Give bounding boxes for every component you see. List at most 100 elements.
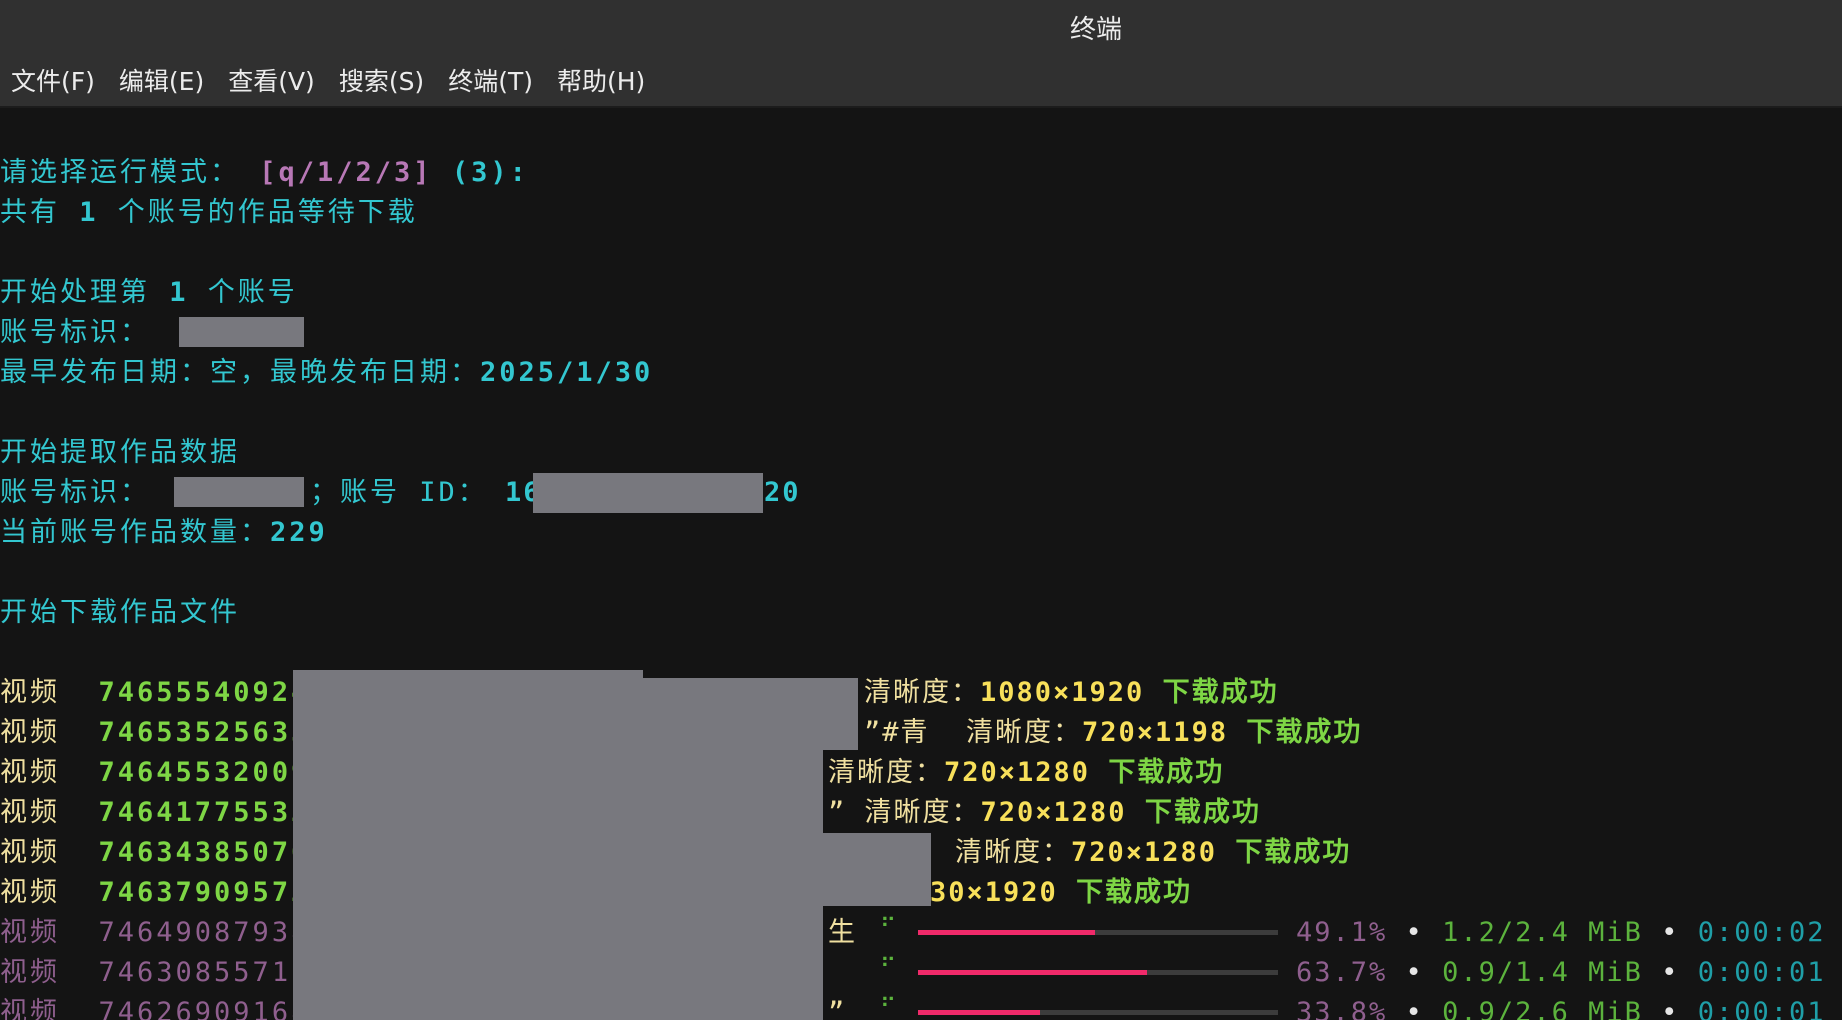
prompt-default: (3): <box>451 157 529 188</box>
row-res: 30×1920 <box>930 877 1058 908</box>
row-tail-label: 清晰度： <box>864 677 980 708</box>
progress-size: 0.9/1.4 MiB <box>1442 957 1643 988</box>
row-tail: 清晰度：720×1280 下载成功 <box>955 833 1351 873</box>
row-tail: 清晰度：1080×1920 下载成功 <box>864 673 1279 713</box>
download-row: 视频 74653525633 <box>0 713 310 753</box>
row-kind: 视频 <box>0 837 60 868</box>
row-tail: ”#青 清晰度：720×1198 下载成功 <box>864 713 1362 753</box>
account-id-line: 账号标识： <box>0 473 150 513</box>
progress-bar-fill <box>918 970 1147 975</box>
progress-row: 视频 74649087938 <box>0 913 310 953</box>
progress-bar-fill <box>918 930 1095 935</box>
progress-kind: 视频 <box>0 997 60 1020</box>
progress-percent: 33.8% <box>1296 997 1388 1020</box>
progress-size: 0.9/2.6 MiB <box>1442 997 1643 1020</box>
menu-help[interactable]: 帮助(H) <box>546 62 658 98</box>
menu-view[interactable]: 查看(V) <box>217 62 328 98</box>
download-row: 视频 74637909572 <box>0 873 310 913</box>
spinner-icon: ⠋ <box>880 955 899 980</box>
count-label: 当前账号作品数量： <box>0 517 270 548</box>
start-post: 个账号 <box>188 277 298 308</box>
start-line: 开始处理第 1 个账号 <box>0 273 298 313</box>
row-status: 下载成功 <box>1162 677 1279 708</box>
spinner-icon: ⠋ <box>880 995 899 1020</box>
menu-edit[interactable]: 编辑(E) <box>108 62 217 98</box>
row-status: 下载成功 <box>1144 797 1261 828</box>
account-line: 账号标识： <box>0 313 150 353</box>
redaction-block <box>823 833 931 906</box>
progress-id: 74649087938 <box>98 917 311 948</box>
bullet: • <box>1661 957 1680 988</box>
progress-row: 视频 74626909168 <box>0 993 310 1020</box>
menu-search[interactable]: 搜索(S) <box>328 62 437 98</box>
date-line: 最早发布日期：空，最晚发布日期：2025/1/30 <box>0 353 653 393</box>
account-label: 账号标识： <box>0 317 150 348</box>
download-row: 视频 74645532009 <box>0 753 310 793</box>
row-tail: 30×1920 下载成功 <box>930 873 1192 913</box>
extract-label: 开始提取作品数据 <box>0 437 240 468</box>
menu-file[interactable]: 文件(F) <box>0 62 108 98</box>
terminal-output[interactable]: 请选择运行模式： [q/1/2/3] (3): 共有 1 个账号的作品等待下载 … <box>0 108 1842 1020</box>
menu-terminal[interactable]: 终端(T) <box>437 62 546 98</box>
redaction-block <box>293 708 823 1020</box>
progress-stats: 49.1% • 1.2/2.4 MiB • 0:00:02 <box>1296 913 1825 953</box>
progress-percent: 49.1% <box>1296 917 1388 948</box>
download-start-line: 开始下载作品文件 <box>0 593 240 633</box>
spinner-icon: ⠋ <box>880 915 899 940</box>
total-pre: 共有 <box>0 197 80 228</box>
progress-percent: 63.7% <box>1296 957 1388 988</box>
row-tail-label: 清晰度： <box>955 837 1071 868</box>
row-kind: 视频 <box>0 797 60 828</box>
total-post: 个账号的作品等待下载 <box>98 197 418 228</box>
row-status: 下载成功 <box>1076 877 1193 908</box>
row-tail-label: ” 清晰度： <box>828 797 981 828</box>
progress-stats: 33.8% • 0.9/2.6 MiB • 0:00:01 <box>1296 993 1825 1020</box>
bullet: • <box>1661 997 1680 1020</box>
progress-stats: 63.7% • 0.9/1.4 MiB • 0:00:01 <box>1296 953 1825 993</box>
row-tail: ” 清晰度：720×1280 下载成功 <box>828 793 1261 833</box>
menu-bar: 文件(F) 编辑(E) 查看(V) 搜索(S) 终端(T) 帮助(H) <box>0 54 1842 108</box>
redaction-block <box>533 473 763 513</box>
bullet: • <box>1661 917 1680 948</box>
redaction-block <box>174 477 304 507</box>
progress-id: 74630855711 <box>98 957 311 988</box>
prompt-options: [q/1/2/3] <box>259 157 433 188</box>
bullet: • <box>1405 997 1424 1020</box>
row-res: 720×1280 <box>980 797 1127 828</box>
progress-size: 1.2/2.4 MiB <box>1442 917 1643 948</box>
prompt-label: 请选择运行模式： <box>0 157 240 188</box>
bullet: • <box>1405 917 1424 948</box>
progress-id: 74626909168 <box>98 997 311 1020</box>
progress-prefix: 生 <box>828 917 857 948</box>
download-row: 视频 74655540924 <box>0 673 310 713</box>
total-count: 1 <box>79 197 99 228</box>
progress-eta: 0:00:02 <box>1697 917 1826 948</box>
download-row: 视频 74641775532 <box>0 793 310 833</box>
bullet: • <box>1405 957 1424 988</box>
download-row: 视频 74634385070 <box>0 833 310 873</box>
row-id: 74637909572 <box>98 877 311 908</box>
prompt-line: 请选择运行模式： [q/1/2/3] (3): <box>0 153 529 193</box>
progress-bar-fill <box>918 1010 1040 1015</box>
account-label-2: 账号标识： <box>0 477 150 508</box>
progress-eta: 0:00:01 <box>1697 957 1826 988</box>
count-line: 当前账号作品数量：229 <box>0 513 328 553</box>
progress-kind: 视频 <box>0 917 60 948</box>
date-value: 2025/1/30 <box>480 357 654 388</box>
row-status: 下载成功 <box>1246 717 1363 748</box>
extract-line: 开始提取作品数据 <box>0 433 240 473</box>
redaction-block <box>179 317 304 347</box>
row-id: 74634385070 <box>98 837 311 868</box>
row-tail-label: ”#青 清晰度： <box>864 717 1083 748</box>
row-id: 74645532009 <box>98 757 311 788</box>
account-id-suffix: 20 <box>764 477 801 508</box>
progress-row: 视频 74630855711 <box>0 953 310 993</box>
window-title: 终端 <box>0 0 1842 54</box>
row-res: 1080×1920 <box>980 677 1145 708</box>
row-res: 720×1280 <box>944 757 1091 788</box>
row-kind: 视频 <box>0 717 60 748</box>
row-kind: 视频 <box>0 757 60 788</box>
row-status: 下载成功 <box>1235 837 1352 868</box>
start-num: 1 <box>169 277 189 308</box>
row-id: 74641775532 <box>98 797 311 828</box>
